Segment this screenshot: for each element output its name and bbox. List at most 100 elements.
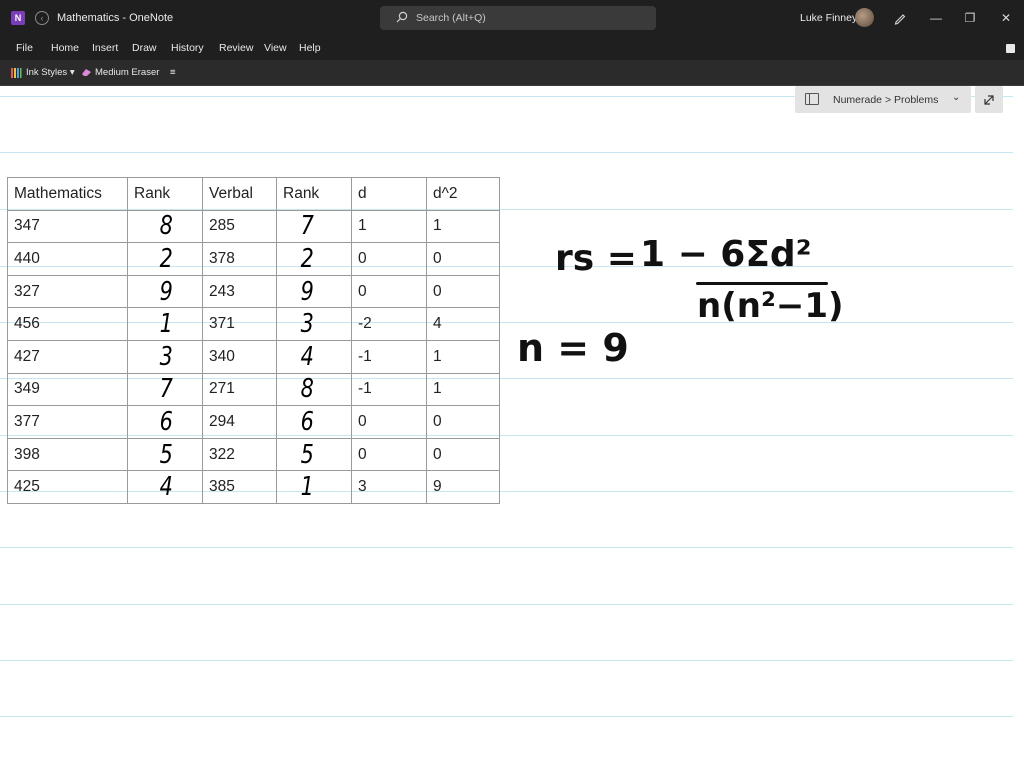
cell-value: 285 xyxy=(209,217,235,235)
cell-d: -1 xyxy=(351,339,427,374)
cell-value: 456 xyxy=(14,315,40,333)
cell-d: 0 xyxy=(351,242,427,276)
menu-home[interactable]: Home xyxy=(51,42,79,54)
cell-math-rank: 4 xyxy=(127,470,203,504)
cell-verbal-rank: 5 xyxy=(276,437,352,472)
cell-d: 1 xyxy=(351,209,427,244)
cell-d: -1 xyxy=(351,372,427,407)
toolbar-overflow-icon[interactable]: ≡ xyxy=(170,67,176,78)
cell-value: 0 xyxy=(358,445,367,463)
ribbon-toggle-icon[interactable] xyxy=(1006,44,1015,53)
handwritten-rank: 1 xyxy=(159,309,173,340)
cell-value: 0 xyxy=(433,282,442,300)
cell-value: 271 xyxy=(209,380,235,398)
handwritten-rank: 6 xyxy=(300,406,314,437)
cell-d: 3 xyxy=(351,470,427,504)
cell-value: 9 xyxy=(433,478,442,496)
cell-value: 3 xyxy=(358,478,367,496)
rank-table: Mathematics Rank Verbal Rank d d^2 347 8 2… xyxy=(7,177,500,504)
table-row: 398 5 322 5 0 0 xyxy=(7,437,500,472)
menu-view[interactable]: View xyxy=(264,42,287,54)
table-row: 347 8 285 7 1 1 xyxy=(7,209,500,244)
draw-toolbar: Ink Styles ▾ Medium Eraser ≡ xyxy=(0,60,1024,86)
menu-file[interactable]: File xyxy=(16,42,33,54)
cell-math-rank: 5 xyxy=(127,437,203,472)
table-header-row: Mathematics Rank Verbal Rank d d^2 xyxy=(7,177,500,211)
rule-line xyxy=(0,716,1013,717)
medium-eraser-button[interactable]: Medium Eraser xyxy=(95,67,159,78)
cell-value: 243 xyxy=(209,282,235,300)
avatar[interactable] xyxy=(855,8,874,27)
handwritten-rank: 4 xyxy=(300,341,314,372)
table-row: 327 9 243 9 0 0 xyxy=(7,274,500,309)
menu-bar: File Home Insert Draw History Review Vie… xyxy=(0,36,1024,60)
menu-insert[interactable]: Insert xyxy=(92,42,118,54)
cell-verbal-rank: 2 xyxy=(276,242,352,276)
cell-d: 0 xyxy=(351,405,427,439)
cell-verbal: 385 xyxy=(202,470,277,504)
cell-value: 4 xyxy=(433,315,442,333)
cell-verbal-rank: 4 xyxy=(276,339,352,374)
cell-verbal: 340 xyxy=(202,339,277,374)
handwritten-rank: 5 xyxy=(159,439,173,470)
cell-value: 378 xyxy=(209,249,235,267)
restore-button[interactable]: ❐ xyxy=(961,9,979,27)
ink-styles-label: Ink Styles xyxy=(26,67,68,78)
user-name[interactable]: Luke Finney xyxy=(800,12,857,24)
menu-review[interactable]: Review xyxy=(219,42,253,54)
cell-value: 1 xyxy=(433,347,442,365)
expand-icon xyxy=(984,95,994,105)
handwritten-denominator: n(n²−1) xyxy=(697,286,844,326)
cell-d-squared: 0 xyxy=(426,405,500,439)
cell-value: 0 xyxy=(358,282,367,300)
rule-line xyxy=(0,604,1013,605)
close-button[interactable]: ✕ xyxy=(997,9,1015,27)
cell-verbal: 285 xyxy=(202,209,277,244)
handwritten-rs: rs = xyxy=(555,238,637,279)
cell-mathematics: 456 xyxy=(7,307,128,341)
cell-value: 349 xyxy=(14,380,40,398)
chevron-down-icon: ⌄ xyxy=(952,92,961,103)
cell-d-squared: 4 xyxy=(426,307,500,341)
breadcrumb[interactable]: Numerade > Problems ⌄ xyxy=(795,86,971,113)
expand-button[interactable] xyxy=(975,86,1003,113)
breadcrumb-text: Numerade > Problems xyxy=(833,94,939,106)
pen-icon[interactable] xyxy=(893,11,907,25)
cell-value: 425 xyxy=(14,478,40,496)
table-row: 425 4 385 1 3 9 xyxy=(7,470,500,504)
cell-mathematics: 327 xyxy=(7,274,128,309)
cell-d-squared: 1 xyxy=(426,339,500,374)
note-page[interactable]: Numerade > Problems ⌄ Mathematics Rank V… xyxy=(0,86,1024,768)
search-placeholder: Search (Alt+Q) xyxy=(416,12,486,24)
handwritten-rank: 1 xyxy=(300,472,314,503)
cell-value: 294 xyxy=(209,412,235,430)
window-title: Mathematics - OneNote xyxy=(57,12,174,24)
cell-mathematics: 425 xyxy=(7,470,128,504)
cell-value: 1 xyxy=(358,217,367,235)
rule-line xyxy=(0,660,1013,661)
menu-help[interactable]: Help xyxy=(299,42,321,54)
menu-history[interactable]: History xyxy=(171,42,204,54)
menu-draw[interactable]: Draw xyxy=(132,42,157,54)
cell-d-squared: 0 xyxy=(426,242,500,276)
table-row: 440 2 378 2 0 0 xyxy=(7,242,500,276)
cell-d: -2 xyxy=(351,307,427,341)
cell-verbal: 322 xyxy=(202,437,277,472)
handwritten-rank: 4 xyxy=(159,472,173,503)
cell-d-squared: 1 xyxy=(426,372,500,407)
handwritten-numerator: 1 − 6Σd² xyxy=(640,234,812,275)
handwritten-rank: 2 xyxy=(300,243,314,274)
header-rank: Rank xyxy=(276,177,352,211)
table-row: 427 3 340 4 -1 1 xyxy=(7,339,500,374)
search-input[interactable]: Search (Alt+Q) xyxy=(380,6,656,30)
cell-verbal-rank: 7 xyxy=(276,209,352,244)
back-icon[interactable]: ‹ xyxy=(35,11,49,25)
cell-value: -2 xyxy=(358,315,372,333)
ink-styles-button[interactable]: Ink Styles ▾ xyxy=(26,67,75,78)
cell-d-squared: 0 xyxy=(426,274,500,309)
cell-value: 440 xyxy=(14,249,40,267)
cell-math-rank: 9 xyxy=(127,274,203,309)
cell-math-rank: 1 xyxy=(127,307,203,341)
ink-styles-icon xyxy=(11,68,22,78)
minimize-button[interactable]: — xyxy=(927,9,945,27)
